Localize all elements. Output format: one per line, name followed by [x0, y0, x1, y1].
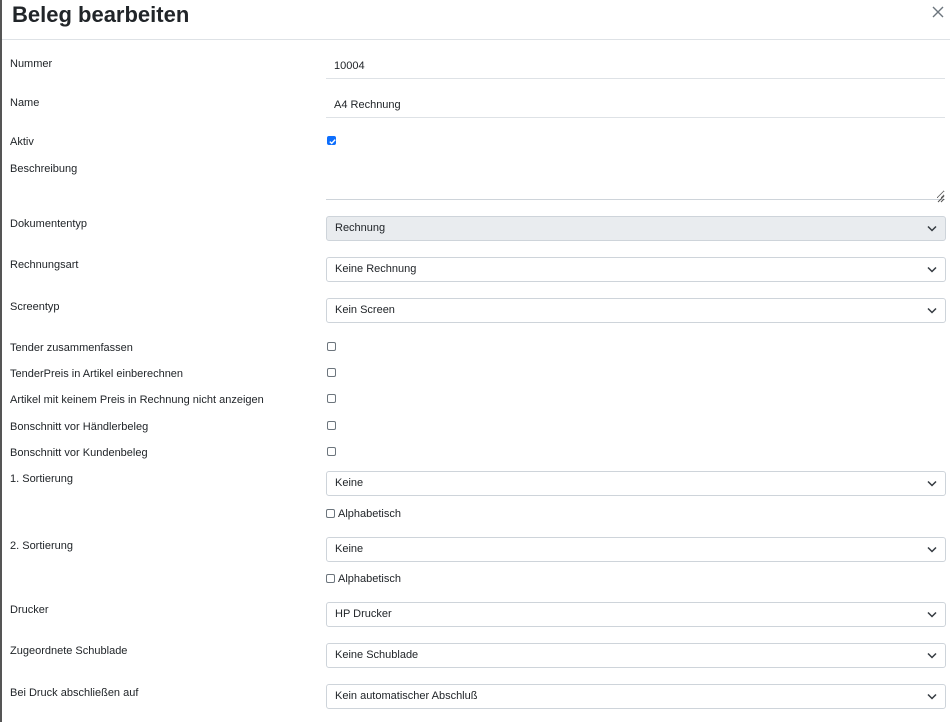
sortierung2-label: 2. Sortierung [10, 540, 73, 552]
rechnungsart-value: Keine Rechnung [335, 263, 417, 275]
aktiv-label: Aktiv [10, 136, 34, 148]
abschluss-value: Kein automatischer Abschluß [335, 690, 478, 702]
beschreibung-label: Beschreibung [10, 163, 78, 175]
sortierung2-value: Keine [335, 543, 364, 555]
drucker-select[interactable]: HP Drucker [326, 602, 946, 627]
sortierung1-value: Keine [335, 477, 364, 489]
artikel-kein-preis-checkbox[interactable] [327, 394, 336, 403]
sortierung1-alphabetisch[interactable]: Alphabetisch [326, 507, 401, 521]
nummer-input[interactable] [326, 53, 945, 79]
chevron-down-icon [927, 546, 937, 553]
sortierung1-alphabetisch-checkbox[interactable] [326, 509, 335, 518]
rechnungsart-select[interactable]: Keine Rechnung [326, 257, 946, 282]
name-input[interactable] [326, 92, 945, 118]
rechnungsart-label: Rechnungsart [10, 259, 79, 271]
sortierung2-alphabetisch-label: Alphabetisch [338, 573, 401, 585]
close-icon[interactable] [930, 4, 946, 20]
dokumententyp-value: Rechnung [335, 222, 386, 234]
tender-zusammenfassen-label: Tender zusammenfassen [10, 342, 133, 354]
tender-zusammenfassen-checkbox[interactable] [327, 342, 336, 351]
nummer-label: Nummer [10, 58, 53, 70]
screentyp-value: Kein Screen [335, 304, 395, 316]
chevron-down-icon [927, 480, 937, 487]
dialog-header: Beleg bearbeiten [2, 0, 950, 40]
abschluss-select[interactable]: Kein automatischer Abschluß [326, 684, 946, 709]
aktiv-checkbox[interactable] [327, 136, 336, 145]
sortierung2-alphabetisch[interactable]: Alphabetisch [326, 572, 401, 586]
chevron-down-icon [927, 652, 937, 659]
check-icon [329, 139, 336, 145]
chevron-down-icon [927, 225, 937, 232]
chevron-down-icon [927, 693, 937, 700]
sortierung1-select[interactable]: Keine [326, 471, 946, 496]
edit-receipt-dialog: Beleg bearbeiten Nummer Name Aktiv Besch… [0, 0, 950, 722]
drucker-label: Drucker [10, 604, 49, 616]
artikel-kein-preis-label: Artikel mit keinem Preis in Rechnung nic… [10, 394, 264, 406]
schublade-label: Zugeordnete Schublade [10, 645, 128, 657]
bonschnitt-haendler-checkbox[interactable] [327, 421, 336, 430]
beschreibung-textarea[interactable] [326, 159, 945, 200]
dokumententyp-select: Rechnung [326, 216, 946, 241]
schublade-value: Keine Schublade [335, 649, 419, 661]
chevron-down-icon [927, 266, 937, 273]
drucker-value: HP Drucker [335, 608, 392, 620]
dokumententyp-label: Dokumententyp [10, 218, 88, 230]
tenderpreis-checkbox[interactable] [327, 368, 336, 377]
schublade-select[interactable]: Keine Schublade [326, 643, 946, 668]
bonschnitt-haendler-label: Bonschnitt vor Händlerbeleg [10, 421, 149, 433]
bonschnitt-kunden-checkbox[interactable] [327, 447, 336, 456]
bonschnitt-kunden-label: Bonschnitt vor Kundenbeleg [10, 447, 148, 459]
chevron-down-icon [927, 307, 937, 314]
dialog-title: Beleg bearbeiten [12, 2, 190, 27]
sortierung1-alphabetisch-label: Alphabetisch [338, 508, 401, 520]
name-label: Name [10, 97, 40, 109]
sortierung1-label: 1. Sortierung [10, 473, 73, 485]
sortierung2-alphabetisch-checkbox[interactable] [326, 574, 335, 583]
screentyp-select[interactable]: Kein Screen [326, 298, 946, 323]
abschluss-label: Bei Druck abschließen auf [10, 687, 139, 699]
screentyp-label: Screentyp [10, 301, 60, 313]
resize-grip-icon[interactable] [936, 190, 945, 203]
sortierung2-select[interactable]: Keine [326, 537, 946, 562]
tenderpreis-label: TenderPreis in Artikel einberechnen [10, 368, 184, 380]
chevron-down-icon [927, 611, 937, 618]
